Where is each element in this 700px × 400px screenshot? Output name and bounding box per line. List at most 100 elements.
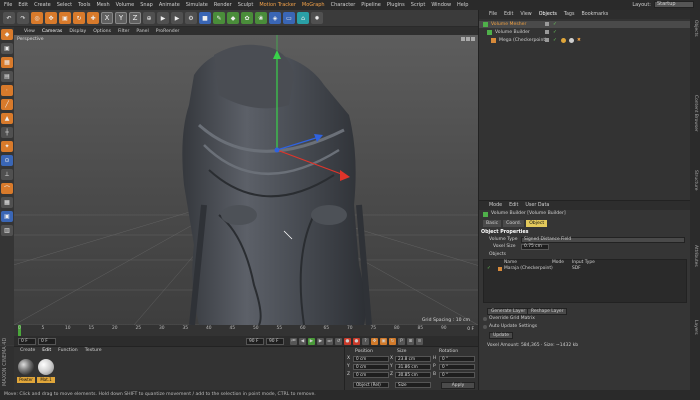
next-key-icon[interactable]: ▶: [317, 337, 324, 345]
menu-item-plugins[interactable]: Plugins: [387, 2, 405, 8]
preview-end-field[interactable]: 90 F: [266, 337, 284, 345]
object-row-mega[interactable]: Mega (Checkerpoint) ✓ ✖: [479, 37, 691, 44]
object-menu-view[interactable]: View: [520, 12, 531, 17]
position-key-icon[interactable]: ✥: [371, 337, 378, 345]
texture-mode-icon[interactable]: ▦: [1, 57, 13, 68]
undo-icon[interactable]: ↶: [3, 12, 15, 24]
enable-axis-icon[interactable]: ⊥: [1, 169, 13, 180]
material-tag-icon[interactable]: [561, 38, 566, 43]
menu-item-sculpt[interactable]: Sculpt: [238, 2, 254, 8]
menu-item-render[interactable]: Render: [214, 2, 232, 8]
position-field[interactable]: 0 cm: [353, 364, 389, 370]
spline-pen-icon[interactable]: ✎: [213, 12, 225, 24]
rotation-field[interactable]: 0 °: [439, 372, 475, 378]
viewport-menu-prorender[interactable]: ProRender: [156, 29, 180, 34]
coordinate-mode-dropdown[interactable]: Object (Rel): [353, 382, 389, 388]
update-button[interactable]: Update: [489, 332, 513, 339]
object-menu-objects[interactable]: Objects: [539, 12, 557, 17]
reshape-layer-button[interactable]: Reshape Layer: [527, 308, 568, 315]
camera-icon[interactable]: ⌂: [297, 12, 309, 24]
menu-item-help[interactable]: Help: [457, 2, 468, 8]
size-field[interactable]: 30.85 cm: [395, 372, 431, 378]
scale-tool-icon[interactable]: ▣: [59, 12, 71, 24]
live-selection-icon[interactable]: ◎: [31, 12, 43, 24]
param-key-icon[interactable]: P: [398, 337, 405, 345]
viewport-menu-display[interactable]: Display: [69, 29, 86, 34]
record-icon[interactable]: ●: [344, 337, 351, 345]
menu-item-select[interactable]: Select: [57, 2, 72, 8]
x-axis-lock-button[interactable]: X: [101, 12, 113, 24]
enabled-check-icon[interactable]: ✓: [553, 21, 557, 28]
object-enabled-check-icon[interactable]: ✓: [487, 266, 491, 271]
position-field[interactable]: 0 cm: [353, 356, 389, 362]
orbit-icon[interactable]: [471, 37, 475, 41]
menu-item-character[interactable]: Character: [331, 2, 356, 8]
menu-item-pipeline[interactable]: Pipeline: [361, 2, 381, 8]
menu-item-snap[interactable]: Snap: [140, 2, 153, 8]
material-tag-2-icon[interactable]: [569, 38, 574, 43]
side-tab-layers[interactable]: Layers: [693, 320, 698, 335]
phong-tag-icon[interactable]: ✖: [577, 37, 581, 44]
menu-item-mograph[interactable]: MoGraph: [302, 2, 325, 8]
objects-list[interactable]: Name Mode Input Type ✓ Maraja (Checkerpo…: [483, 259, 687, 303]
volume-type-dropdown[interactable]: Signed Distance Field: [521, 237, 685, 243]
material-menu-texture[interactable]: Texture: [85, 348, 102, 353]
override-grid-radio[interactable]: [483, 317, 487, 321]
object-menu-bookmarks[interactable]: Bookmarks: [581, 12, 608, 17]
z-axis-lock-button[interactable]: Z: [129, 12, 141, 24]
menu-item-file[interactable]: File: [4, 2, 12, 8]
object-row-volume-mesher[interactable]: Volume Mesher ✓: [479, 21, 691, 28]
edges-mode-icon[interactable]: ╱: [1, 99, 13, 110]
enabled-check-icon[interactable]: ✓: [553, 37, 557, 44]
size-field[interactable]: 23.8 cm: [395, 356, 431, 362]
menu-item-window[interactable]: Window: [431, 2, 451, 8]
make-editable-icon[interactable]: ◆: [1, 29, 13, 40]
auto-update-radio[interactable]: [483, 325, 487, 329]
prev-key-icon[interactable]: ◀: [299, 337, 306, 345]
size-field[interactable]: 31.86 cm: [395, 364, 431, 370]
attribute-tab-coord[interactable]: Coord.: [503, 220, 525, 227]
menu-item-simulate[interactable]: Simulate: [186, 2, 208, 8]
goto-end-icon[interactable]: ⏭: [326, 337, 333, 345]
viewport-menu-filter[interactable]: Filter: [118, 29, 129, 34]
autokey-icon[interactable]: ●: [353, 337, 360, 345]
visibility-dots-icon[interactable]: [545, 38, 549, 42]
object-menu-tags[interactable]: Tags: [564, 12, 575, 17]
workplane-icon[interactable]: ▤: [1, 71, 13, 82]
subdivision-surface-icon[interactable]: ◆: [227, 12, 239, 24]
timeline-menu-icon[interactable]: ≡: [416, 337, 423, 345]
viewport-menu-options[interactable]: Options: [93, 29, 111, 34]
pan-icon[interactable]: [461, 37, 465, 41]
cloner-icon[interactable]: ❀: [255, 12, 267, 24]
timeline-ruler[interactable]: 0 5 10 15 20 25 30 35 40 45 50 55 60 65 70 75 80 85 90 0 F: [14, 325, 478, 336]
render-view-icon[interactable]: ▶: [157, 12, 169, 24]
material-menu-edit[interactable]: Edit: [42, 348, 51, 353]
layout-dropdown[interactable]: Startup: [654, 1, 694, 8]
menu-item-mesh[interactable]: Mesh: [96, 2, 109, 8]
viewport-menu-cameras[interactable]: Cameras: [42, 29, 62, 34]
object-menu-edit[interactable]: Edit: [504, 12, 513, 17]
enabled-check-icon[interactable]: ✓: [553, 29, 557, 36]
axis-mode-icon[interactable]: ┼: [1, 127, 13, 138]
material-mat1-label[interactable]: Mat.1: [37, 377, 55, 383]
polygons-mode-icon[interactable]: ▲: [1, 113, 13, 124]
attribute-tab-basic[interactable]: Basic: [483, 220, 502, 227]
render-settings-icon[interactable]: ⚙: [185, 12, 197, 24]
current-frame-field[interactable]: 0 F: [38, 337, 56, 345]
generate-layer-button[interactable]: Generate Layer: [487, 308, 530, 315]
environment-floor-icon[interactable]: ▭: [283, 12, 295, 24]
material-menu-create[interactable]: Create: [20, 348, 35, 353]
viewport-menu-panel[interactable]: Panel: [136, 29, 148, 34]
voxel-size-field[interactable]: 0.75 cm: [521, 244, 549, 250]
loop-icon[interactable]: ↺: [335, 337, 342, 345]
rotation-field[interactable]: 0 °: [439, 364, 475, 370]
layout-selector[interactable]: Layout: Startup: [632, 1, 694, 8]
points-mode-icon[interactable]: ⋅: [1, 85, 13, 96]
object-menu-file[interactable]: File: [489, 12, 497, 17]
sculpture-model[interactable]: [182, 44, 372, 325]
y-axis-lock-button[interactable]: Y: [115, 12, 127, 24]
apply-button[interactable]: Apply: [441, 382, 475, 389]
deformer-icon[interactable]: ◈: [269, 12, 281, 24]
3d-viewport[interactable]: Perspective Grid Spacing : 10 cm: [14, 35, 478, 325]
move-tool-icon[interactable]: ✥: [45, 12, 57, 24]
